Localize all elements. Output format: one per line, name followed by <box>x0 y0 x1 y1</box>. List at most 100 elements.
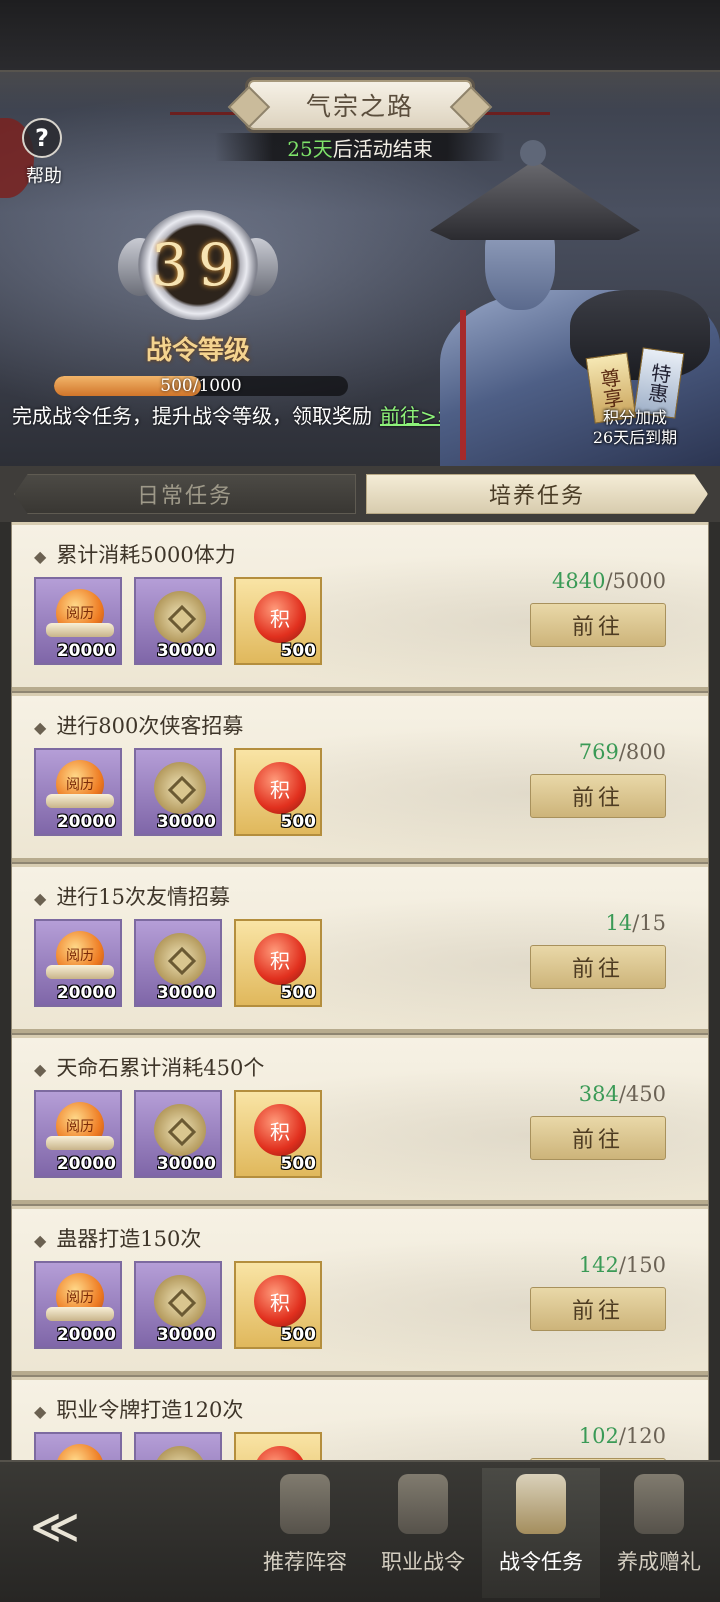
reward-points[interactable]: 积500 <box>234 1090 322 1178</box>
countdown-suffix: 后活动结束 <box>332 136 433 161</box>
progress-current: 384 <box>578 1082 619 1106</box>
reward-qty: 20000 <box>56 641 116 661</box>
task-progress: 384/450 <box>579 1082 666 1106</box>
tab-daily-tasks[interactable]: 日常任务 <box>14 474 356 514</box>
help-label: 帮助 <box>26 166 62 187</box>
task-title-text: 进行800次侠客招募 <box>56 714 244 738</box>
reward-qty: 20000 <box>56 1154 116 1174</box>
reward-yueli[interactable]: 阅历20000 <box>34 1261 122 1349</box>
progress-total: /5000 <box>605 569 666 593</box>
task-title-text: 蛊器打造150次 <box>56 1227 202 1251</box>
go-button[interactable]: 前往 <box>530 603 666 647</box>
task-title-text: 职业令牌打造120次 <box>56 1398 244 1422</box>
task-title-text: 累计消耗5000体力 <box>56 543 236 567</box>
task-title: ◆ 蛊器打造150次 <box>34 1223 201 1253</box>
progress-total: /450 <box>618 1082 666 1106</box>
pass-hint-text: 完成战令任务，提升战令等级，领取奖励 <box>12 404 372 428</box>
go-button[interactable]: 前往 <box>530 945 666 989</box>
question-icon: ? <box>22 118 62 158</box>
coin-icon <box>154 933 206 985</box>
progress-current: 102 <box>578 1424 619 1448</box>
reward-qty: 20000 <box>56 983 116 1003</box>
nav-label: 战令任务 <box>499 1550 583 1574</box>
reward-coin[interactable]: 30000 <box>134 748 222 836</box>
reward-qty: 20000 <box>56 812 116 832</box>
scroll-icon <box>46 965 114 979</box>
reward-qty: 30000 <box>156 641 216 661</box>
nav-item-pass-task[interactable]: 战令任务 <box>482 1468 600 1598</box>
diamond-bullet-icon: ◆ <box>34 1402 47 1421</box>
coin-icon <box>154 591 206 643</box>
task-card: ◆ 累计消耗5000体力 阅历 20000 30000 积 500 4840/5000… <box>12 522 708 691</box>
pass-level-number: 39 <box>151 231 245 299</box>
coin-icon <box>154 1275 206 1327</box>
task-title: ◆ 进行15次友情招募 <box>34 881 230 911</box>
top-band <box>0 0 720 72</box>
progress-current: 142 <box>578 1253 619 1277</box>
task-tabs: 日常任务 培养任务 <box>0 466 720 522</box>
task-list[interactable]: ◆ 累计消耗5000体力 阅历 20000 30000 积 500 4840/5000… <box>0 522 720 1482</box>
back-arrow-icon[interactable]: ≪ <box>10 1482 100 1572</box>
progress-total: /120 <box>618 1424 666 1448</box>
task-title-text: 天命石累计消耗450个 <box>56 1056 265 1080</box>
task-title: ◆ 累计消耗5000体力 <box>34 539 236 569</box>
bottom-nav: ≪ 推荐阵容 职业战令 战令任务 养成赠礼 <box>0 1460 720 1602</box>
reward-qty: 30000 <box>156 983 216 1003</box>
go-button[interactable]: 前往 <box>530 1116 666 1160</box>
nav-item-gift[interactable]: 养成赠礼 <box>600 1468 718 1598</box>
reward-points[interactable]: 积500 <box>234 577 322 665</box>
pass-hint: 完成战令任务，提升战令等级，领取奖励 前往>> <box>12 400 454 429</box>
progress-total: /800 <box>618 740 666 764</box>
reward-qty: 500 <box>280 983 317 1003</box>
reward-yueli[interactable]: 阅历20000 <box>34 919 122 1007</box>
reward-qty: 20000 <box>56 1325 116 1345</box>
formation-icon <box>280 1474 330 1534</box>
progress-current: 14 <box>605 911 633 935</box>
nav-item-formation[interactable]: 推荐阵容 <box>246 1468 364 1598</box>
reward-yueli[interactable]: 阅历20000 <box>34 1090 122 1178</box>
tab-growth-tasks[interactable]: 培养任务 <box>366 474 708 514</box>
points-bonus-button[interactable]: 积分加成 26天后到期 <box>575 408 695 448</box>
reward-yueli[interactable]: 阅历20000 <box>34 748 122 836</box>
hat-top <box>520 140 546 166</box>
nav-label: 推荐阵容 <box>263 1550 347 1574</box>
task-progress: 14/15 <box>605 911 666 935</box>
go-button[interactable]: 前往 <box>530 1287 666 1331</box>
level-badge: 39 <box>118 200 278 330</box>
points-icon: 积 <box>254 591 306 643</box>
reward-points[interactable]: 积500 <box>234 1261 322 1349</box>
task-progress: 102/120 <box>579 1424 666 1448</box>
go-button[interactable]: 前往 <box>530 774 666 818</box>
nav-label: 养成赠礼 <box>617 1550 701 1574</box>
level-exp-text: 500/1000 <box>160 376 242 396</box>
points-icon: 积 <box>254 933 306 985</box>
task-card: ◆ 天命石累计消耗450个 阅历 20000 30000 积 500 384/450 … <box>12 1035 708 1204</box>
scroll-icon <box>46 1307 114 1321</box>
reward-coin[interactable]: 30000 <box>134 577 222 665</box>
pass-header: 气宗之路 25天 后活动结束 ? 帮助 39 战令等级 500/1000 完成战… <box>0 0 720 472</box>
progress-current: 4840 <box>552 569 606 593</box>
task-progress: 4840/5000 <box>552 569 666 593</box>
reward-qty: 30000 <box>156 812 216 832</box>
reward-points[interactable]: 积500 <box>234 919 322 1007</box>
diamond-bullet-icon: ◆ <box>34 718 47 737</box>
nav-item-class-pass[interactable]: 职业战令 <box>364 1468 482 1598</box>
reward-yueli[interactable]: 阅历20000 <box>34 577 122 665</box>
points-icon: 积 <box>254 762 306 814</box>
reward-points[interactable]: 积500 <box>234 748 322 836</box>
reward-qty: 500 <box>280 641 317 661</box>
reward-coin[interactable]: 30000 <box>134 1090 222 1178</box>
coin-icon <box>154 1104 206 1156</box>
progress-current: 769 <box>578 740 619 764</box>
diamond-bullet-icon: ◆ <box>34 889 47 908</box>
pass-level-label: 战令等级 <box>145 336 250 366</box>
class-pass-icon <box>398 1474 448 1534</box>
task-card: ◆ 进行800次侠客招募 阅历 20000 30000 积 500 769/800 前… <box>12 693 708 862</box>
task-title-text: 进行15次友情招募 <box>56 885 231 909</box>
reward-qty: 500 <box>280 1325 317 1345</box>
reward-coin[interactable]: 30000 <box>134 919 222 1007</box>
reward-coin[interactable]: 30000 <box>134 1261 222 1349</box>
help-button[interactable]: ? 帮助 <box>0 118 70 198</box>
reward-qty: 500 <box>280 1154 317 1174</box>
points-icon: 积 <box>254 1104 306 1156</box>
